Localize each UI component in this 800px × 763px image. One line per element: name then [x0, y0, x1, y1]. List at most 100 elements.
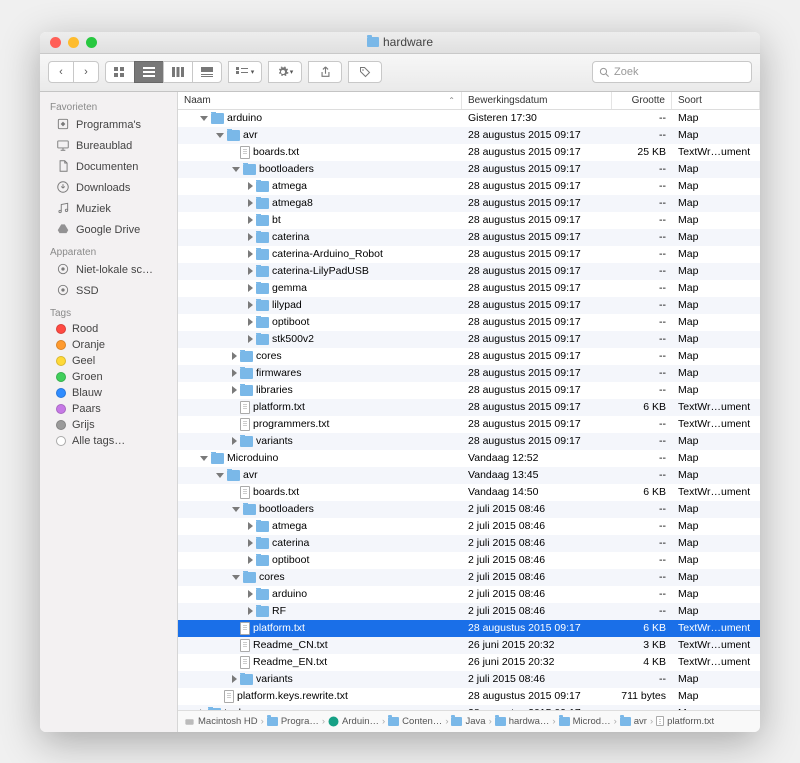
sidebar-item[interactable]: Documenten	[40, 157, 177, 178]
sidebar-item[interactable]: Downloads	[40, 178, 177, 199]
list-view-button[interactable]	[134, 61, 164, 83]
sidebar-item[interactable]: SSD	[40, 281, 177, 302]
disclosure-closed-icon[interactable]	[248, 199, 253, 207]
path-segment[interactable]: Conten…	[388, 716, 442, 727]
file-row[interactable]: atmega828 augustus 2015 09:17--Map	[178, 195, 760, 212]
file-row[interactable]: libraries28 augustus 2015 09:17--Map	[178, 382, 760, 399]
path-segment[interactable]: avr	[620, 716, 647, 727]
disclosure-open-icon[interactable]	[232, 575, 240, 580]
file-row[interactable]: boards.txtVandaag 14:506 KBTextWr…ument	[178, 484, 760, 501]
file-row[interactable]: caterina2 juli 2015 08:46--Map	[178, 535, 760, 552]
disclosure-closed-icon[interactable]	[232, 352, 237, 360]
sidebar-item[interactable]: Geel	[40, 353, 177, 369]
disclosure-closed-icon[interactable]	[232, 369, 237, 377]
disclosure-closed-icon[interactable]	[248, 267, 253, 275]
file-row[interactable]: RF2 juli 2015 08:46--Map	[178, 603, 760, 620]
file-row[interactable]: Readme_EN.txt26 juni 2015 20:324 KBTextW…	[178, 654, 760, 671]
col-kind[interactable]: Soort	[672, 92, 760, 109]
file-row[interactable]: MicroduinoVandaag 12:52--Map	[178, 450, 760, 467]
path-segment[interactable]: Microd…	[559, 716, 611, 727]
file-row[interactable]: bt28 augustus 2015 09:17--Map	[178, 212, 760, 229]
sidebar-item[interactable]: Groen	[40, 369, 177, 385]
file-row[interactable]: caterina28 augustus 2015 09:17--Map	[178, 229, 760, 246]
coverflow-view-button[interactable]	[192, 61, 222, 83]
sidebar-item[interactable]: Paars	[40, 401, 177, 417]
sidebar-item[interactable]: Grijs	[40, 417, 177, 433]
disclosure-closed-icon[interactable]	[248, 590, 253, 598]
disclosure-closed-icon[interactable]	[248, 233, 253, 241]
sidebar-item[interactable]: Muziek	[40, 199, 177, 220]
disclosure-open-icon[interactable]	[200, 456, 208, 461]
disclosure-closed-icon[interactable]	[248, 539, 253, 547]
file-row[interactable]: platform.keys.rewrite.txt28 augustus 201…	[178, 688, 760, 705]
back-button[interactable]: ‹	[48, 61, 74, 83]
sidebar-item[interactable]: Niet-lokale sc…	[40, 260, 177, 281]
file-row[interactable]: caterina-LilyPadUSB28 augustus 2015 09:1…	[178, 263, 760, 280]
search-input[interactable]: Zoek	[592, 61, 752, 83]
disclosure-closed-icon[interactable]	[232, 386, 237, 394]
path-segment[interactable]: hardwa…	[495, 716, 550, 727]
disclosure-closed-icon[interactable]	[248, 182, 253, 190]
disclosure-closed-icon[interactable]	[248, 318, 253, 326]
file-row[interactable]: arduinoGisteren 17:30--Map	[178, 110, 760, 127]
file-row[interactable]: bootloaders28 augustus 2015 09:17--Map	[178, 161, 760, 178]
disclosure-open-icon[interactable]	[216, 133, 224, 138]
sidebar-item[interactable]: Alle tags…	[40, 433, 177, 449]
file-row[interactable]: avr28 augustus 2015 09:17--Map	[178, 127, 760, 144]
disclosure-closed-icon[interactable]	[248, 216, 253, 224]
file-row[interactable]: cores2 juli 2015 08:46--Map	[178, 569, 760, 586]
file-row[interactable]: firmwares28 augustus 2015 09:17--Map	[178, 365, 760, 382]
col-date[interactable]: Bewerkingsdatum	[462, 92, 612, 109]
icon-view-button[interactable]	[105, 61, 135, 83]
forward-button[interactable]: ›	[73, 61, 99, 83]
arrange-button[interactable]: ▾	[228, 61, 262, 83]
sidebar-item[interactable]: Google Drive	[40, 220, 177, 241]
file-row[interactable]: boards.txt28 augustus 2015 09:1725 KBTex…	[178, 144, 760, 161]
path-segment[interactable]: Arduin…	[328, 716, 379, 727]
file-row[interactable]: optiboot28 augustus 2015 09:17--Map	[178, 314, 760, 331]
disclosure-closed-icon[interactable]	[248, 301, 253, 309]
sidebar-item[interactable]: Blauw	[40, 385, 177, 401]
disclosure-open-icon[interactable]	[232, 167, 240, 172]
disclosure-closed-icon[interactable]	[248, 522, 253, 530]
file-list[interactable]: arduinoGisteren 17:30--Mapavr28 augustus…	[178, 110, 760, 710]
file-row[interactable]: arduino2 juli 2015 08:46--Map	[178, 586, 760, 603]
col-size[interactable]: Grootte	[612, 92, 672, 109]
path-segment[interactable]: Java	[451, 716, 485, 727]
file-row[interactable]: optiboot2 juli 2015 08:46--Map	[178, 552, 760, 569]
path-bar[interactable]: Macintosh HD›Progra…›Arduin…›Conten…›Jav…	[178, 710, 760, 732]
file-row[interactable]: caterina-Arduino_Robot28 augustus 2015 0…	[178, 246, 760, 263]
col-name[interactable]: Naam⌃	[178, 92, 462, 109]
share-button[interactable]	[308, 61, 342, 83]
sidebar-item[interactable]: Bureaublad	[40, 136, 177, 157]
file-row[interactable]: variants2 juli 2015 08:46--Map	[178, 671, 760, 688]
column-view-button[interactable]	[163, 61, 193, 83]
file-row[interactable]: gemma28 augustus 2015 09:17--Map	[178, 280, 760, 297]
file-row[interactable]: lilypad28 augustus 2015 09:17--Map	[178, 297, 760, 314]
file-row[interactable]: platform.txt28 augustus 2015 09:176 KBTe…	[178, 399, 760, 416]
file-row[interactable]: Readme_CN.txt26 juni 2015 20:323 KBTextW…	[178, 637, 760, 654]
file-row[interactable]: bootloaders2 juli 2015 08:46--Map	[178, 501, 760, 518]
file-row[interactable]: programmers.txt28 augustus 2015 09:17--T…	[178, 416, 760, 433]
file-row[interactable]: atmega2 juli 2015 08:46--Map	[178, 518, 760, 535]
disclosure-closed-icon[interactable]	[248, 556, 253, 564]
path-segment[interactable]: platform.txt	[656, 716, 714, 727]
file-row[interactable]: platform.txt28 augustus 2015 09:176 KBTe…	[178, 620, 760, 637]
sidebar-item[interactable]: Rood	[40, 321, 177, 337]
file-row[interactable]: avrVandaag 13:45--Map	[178, 467, 760, 484]
tags-button[interactable]	[348, 61, 382, 83]
action-button[interactable]: ▾	[268, 61, 302, 83]
sidebar-item[interactable]: Oranje	[40, 337, 177, 353]
disclosure-open-icon[interactable]	[216, 473, 224, 478]
titlebar[interactable]: hardware	[40, 32, 760, 54]
path-segment[interactable]: Progra…	[267, 716, 319, 727]
file-row[interactable]: atmega28 augustus 2015 09:17--Map	[178, 178, 760, 195]
disclosure-closed-icon[interactable]	[232, 437, 237, 445]
disclosure-closed-icon[interactable]	[248, 607, 253, 615]
disclosure-closed-icon[interactable]	[248, 284, 253, 292]
sidebar-item[interactable]: Programma's	[40, 115, 177, 136]
disclosure-closed-icon[interactable]	[248, 250, 253, 258]
disclosure-closed-icon[interactable]	[248, 335, 253, 343]
file-row[interactable]: cores28 augustus 2015 09:17--Map	[178, 348, 760, 365]
path-segment[interactable]: Macintosh HD	[184, 716, 258, 727]
